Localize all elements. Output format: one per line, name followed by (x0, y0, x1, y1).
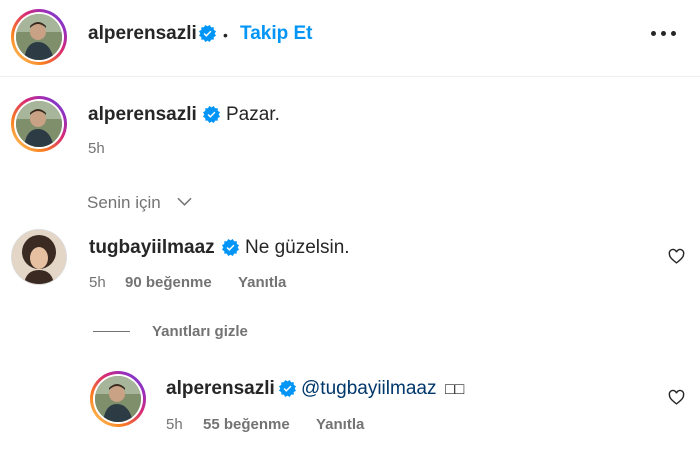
verified-badge-icon (203, 106, 220, 123)
comment-avatar[interactable] (11, 229, 67, 285)
verified-badge-icon (279, 380, 296, 397)
more-options-icon[interactable] (651, 31, 677, 37)
caption-avatar[interactable] (11, 96, 67, 152)
comment-filter-label[interactable]: Senin için (87, 193, 161, 213)
verified-badge-icon (222, 239, 239, 256)
reply-avatar[interactable] (90, 371, 146, 427)
caption-text: Pazar. (226, 104, 280, 125)
comment-likes[interactable]: 90 beğenme (125, 274, 212, 291)
comment-text: Ne güzelsin. (245, 237, 350, 258)
comment-time[interactable]: 5h (89, 274, 106, 291)
header-username[interactable]: alperensazli (88, 23, 197, 45)
reply-emoji-placeholder: □□ (445, 381, 465, 398)
comment-reply-button[interactable]: Yanıtla (238, 274, 286, 291)
caption-time[interactable]: 5h (88, 140, 105, 157)
reply-reply-button[interactable]: Yanıtla (316, 416, 364, 433)
follow-button[interactable]: Takip Et (240, 23, 313, 45)
profile-photo-icon (95, 376, 141, 422)
comment-like-heart-icon[interactable] (668, 248, 685, 265)
reply-time[interactable]: 5h (166, 416, 183, 433)
profile-photo-icon (16, 14, 62, 60)
replies-divider-line (93, 331, 130, 332)
hide-replies-button[interactable]: Yanıtları gizle (152, 323, 248, 340)
header-separator: • (223, 27, 228, 43)
profile-photo-icon (12, 230, 66, 284)
comment-username[interactable]: tugbayiilmaaz (89, 237, 215, 259)
reply-mention-link[interactable]: @tugbayiilmaaz (301, 378, 436, 400)
chevron-down-icon[interactable] (177, 197, 192, 207)
reply-username[interactable]: alperensazli (166, 378, 275, 400)
reply-like-heart-icon[interactable] (668, 389, 685, 406)
verified-badge-icon (199, 25, 216, 42)
post-header: alperensazli • Takip Et (0, 0, 700, 77)
profile-photo-icon (16, 101, 62, 147)
reply-likes[interactable]: 55 beğenme (203, 416, 290, 433)
header-avatar[interactable] (11, 9, 67, 65)
caption-username[interactable]: alperensazli (88, 104, 197, 126)
